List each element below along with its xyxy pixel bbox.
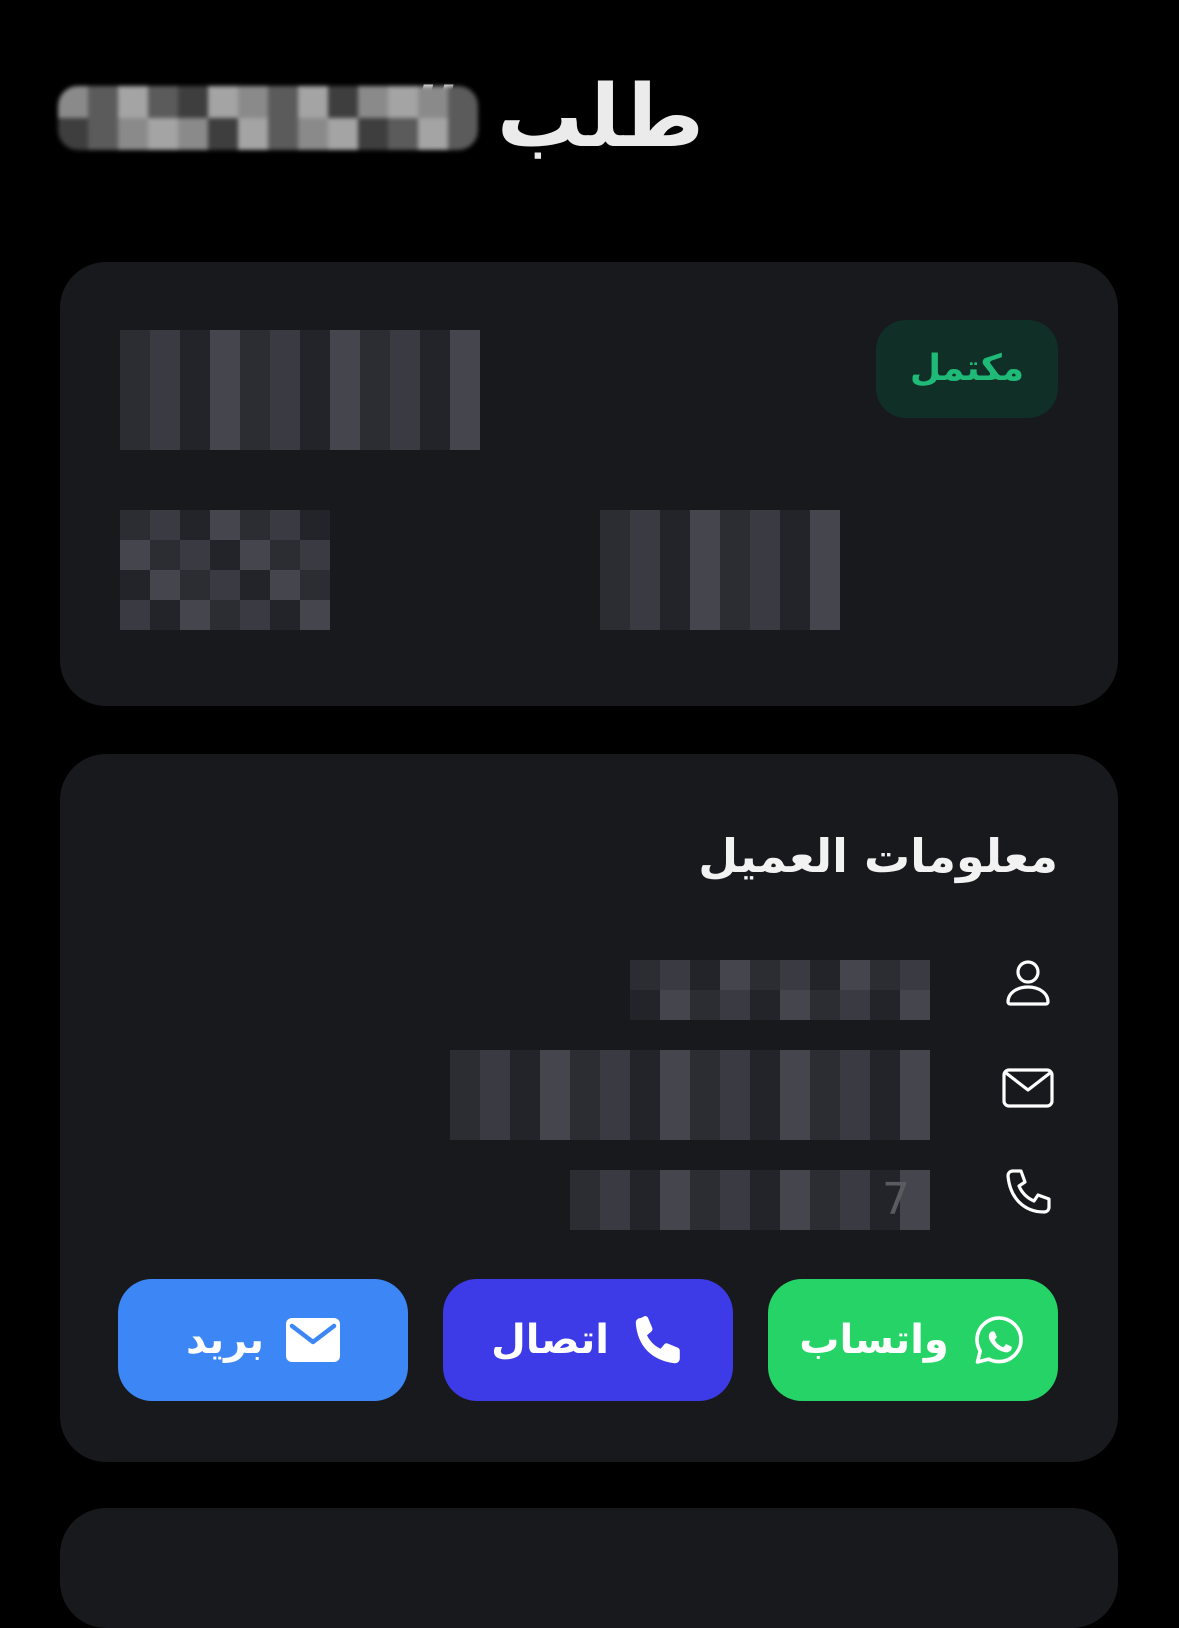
customer-email-redacted[interactable] <box>450 1050 930 1140</box>
phone-icon <box>1000 1166 1056 1222</box>
customer-name-redacted <box>630 960 930 1020</box>
person-icon <box>1000 954 1056 1010</box>
order-details-redacted <box>120 330 480 450</box>
whatsapp-icon <box>971 1312 1027 1368</box>
whatsapp-button[interactable]: واتساب <box>768 1279 1058 1401</box>
order-number-redacted <box>58 86 478 150</box>
next-card <box>60 1508 1118 1628</box>
whatsapp-button-label: واتساب <box>799 1317 949 1363</box>
mail-icon <box>1000 1060 1056 1116</box>
envelope-icon <box>286 1318 341 1362</box>
page-header: طلب # <box>50 72 710 162</box>
order-meta-redacted <box>120 510 330 630</box>
customer-phone-redacted[interactable] <box>570 1170 930 1230</box>
email-button[interactable]: بريد <box>118 1279 408 1401</box>
email-button-label: بريد <box>185 1317 265 1363</box>
customer-info-card: معلومات العميل 7 واتساب اتصال بريد <box>60 754 1118 1462</box>
order-summary-card: مكتمل <box>60 262 1118 706</box>
phone-visible-digit: 7 <box>882 1174 910 1225</box>
call-button[interactable]: اتصال <box>443 1279 733 1401</box>
section-title: معلومات العميل <box>698 829 1058 883</box>
order-meta-redacted <box>600 510 840 630</box>
phone-icon <box>631 1313 685 1367</box>
call-button-label: اتصال <box>491 1317 609 1363</box>
status-badge: مكتمل <box>876 320 1058 418</box>
